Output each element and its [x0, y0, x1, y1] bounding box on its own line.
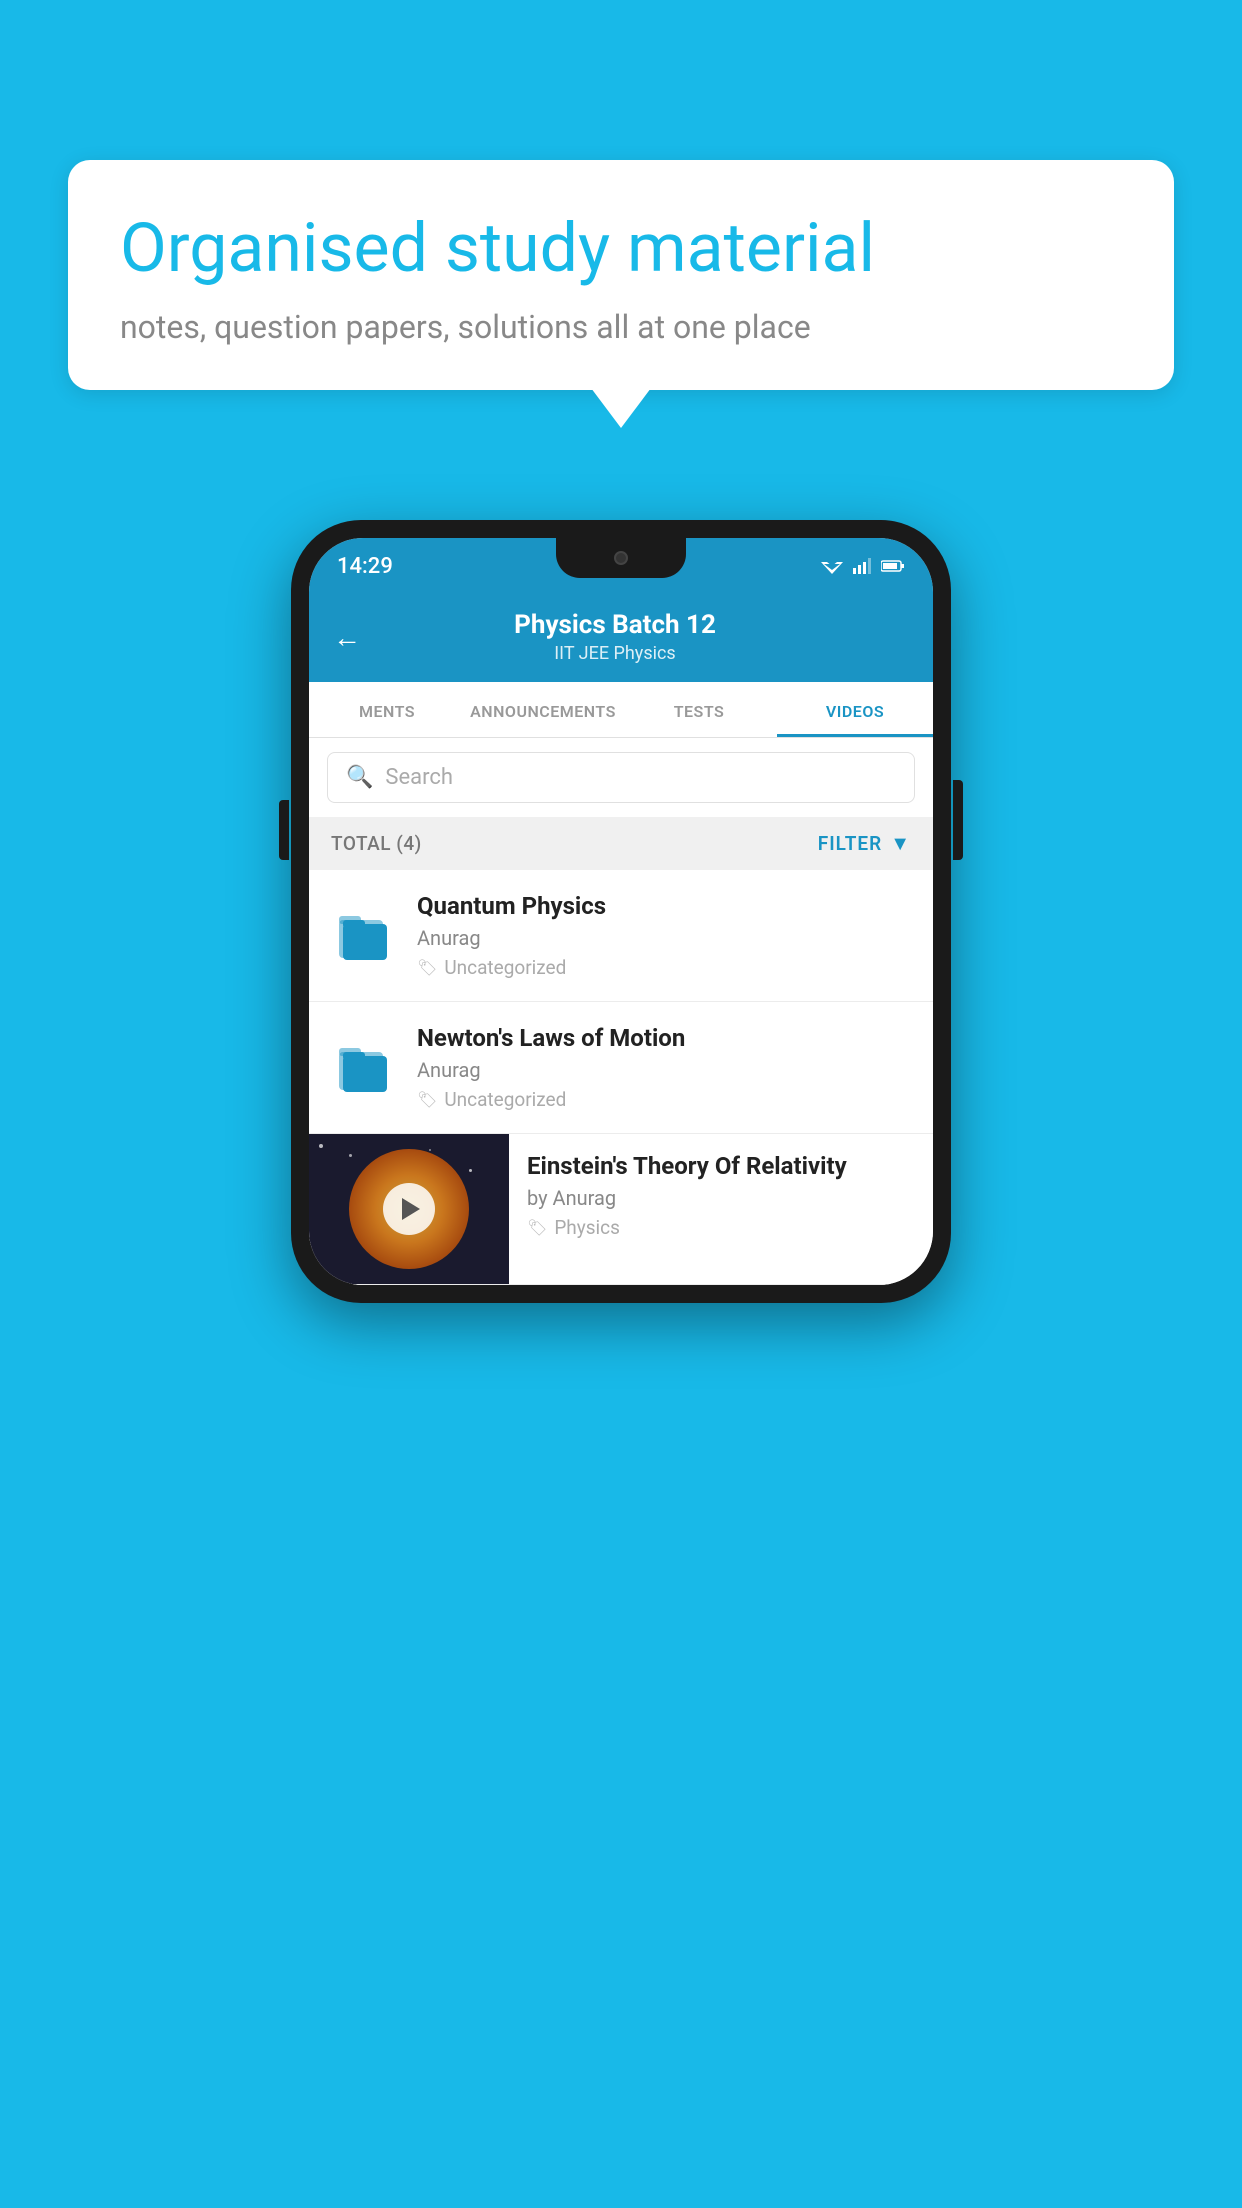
- phone-outer: 14:29: [291, 520, 951, 1303]
- app-header: ← Physics Batch 12 IIT JEE Physics: [309, 594, 933, 682]
- folder-icon: [329, 896, 399, 976]
- search-icon: 🔍: [346, 765, 373, 790]
- tab-videos[interactable]: VIDEOS: [777, 682, 933, 737]
- back-button[interactable]: ←: [333, 621, 361, 654]
- camera-dot: [614, 551, 628, 565]
- search-box[interactable]: 🔍 Search: [327, 752, 915, 803]
- tag-icon: 🏷: [417, 958, 437, 977]
- folder-icon: [329, 1028, 399, 1108]
- notch: [556, 538, 686, 578]
- search-placeholder: Search: [385, 765, 453, 790]
- tab-tests[interactable]: TESTS: [621, 682, 777, 737]
- list-item[interactable]: Newton's Laws of Motion Anurag 🏷 Uncateg…: [309, 1002, 933, 1134]
- video-info: Quantum Physics Anurag 🏷 Uncategorized: [417, 892, 913, 979]
- signal-icon: [853, 558, 871, 574]
- video-author: by Anurag: [527, 1186, 913, 1210]
- video-author: Anurag: [417, 1058, 913, 1082]
- tabs-bar: MENTS ANNOUNCEMENTS TESTS VIDEOS: [309, 682, 933, 738]
- speech-bubble-subtitle: notes, question papers, solutions all at…: [120, 308, 1122, 346]
- header-title-group: Physics Batch 12 IIT JEE Physics: [381, 610, 849, 664]
- tab-ments[interactable]: MENTS: [309, 682, 465, 737]
- wifi-icon: [821, 558, 843, 574]
- video-tag: 🏷 Uncategorized: [417, 956, 913, 979]
- phone-inner: 14:29: [309, 538, 933, 1285]
- tag-icon: 🏷: [417, 1090, 437, 1109]
- video-info: Einstein's Theory Of Relativity by Anura…: [527, 1134, 913, 1257]
- status-bar: 14:29: [309, 538, 933, 594]
- video-author: Anurag: [417, 926, 913, 950]
- filter-label: FILTER: [818, 832, 882, 855]
- video-title: Quantum Physics: [417, 892, 913, 920]
- header-title: Physics Batch 12: [381, 610, 849, 640]
- status-icons: [821, 558, 905, 574]
- video-tag: 🏷 Physics: [527, 1216, 913, 1239]
- video-title: Einstein's Theory Of Relativity: [527, 1152, 913, 1180]
- video-list: Quantum Physics Anurag 🏷 Uncategorized: [309, 870, 933, 1285]
- video-title: Newton's Laws of Motion: [417, 1024, 913, 1052]
- filter-bar: TOTAL (4) FILTER ▼: [309, 817, 933, 870]
- video-info: Newton's Laws of Motion Anurag 🏷 Uncateg…: [417, 1024, 913, 1111]
- tag-icon: 🏷: [527, 1218, 547, 1237]
- speech-bubble-title: Organised study material: [120, 208, 1122, 290]
- search-container: 🔍 Search: [309, 738, 933, 817]
- list-item[interactable]: Quantum Physics Anurag 🏷 Uncategorized: [309, 870, 933, 1002]
- play-triangle-icon: [402, 1198, 420, 1220]
- filter-button[interactable]: FILTER ▼: [818, 831, 911, 856]
- video-thumbnail: [309, 1134, 509, 1284]
- filter-funnel-icon: ▼: [890, 831, 911, 856]
- status-time: 14:29: [337, 554, 393, 579]
- play-button[interactable]: [383, 1183, 435, 1235]
- list-item[interactable]: Einstein's Theory Of Relativity by Anura…: [309, 1134, 933, 1285]
- speech-bubble: Organised study material notes, question…: [68, 160, 1174, 390]
- tab-announcements[interactable]: ANNOUNCEMENTS: [465, 682, 621, 737]
- total-label: TOTAL (4): [331, 832, 422, 855]
- battery-icon: [881, 559, 905, 573]
- video-tag: 🏷 Uncategorized: [417, 1088, 913, 1111]
- header-subtitle: IIT JEE Physics: [381, 643, 849, 664]
- phone-mockup: 14:29: [291, 520, 951, 1303]
